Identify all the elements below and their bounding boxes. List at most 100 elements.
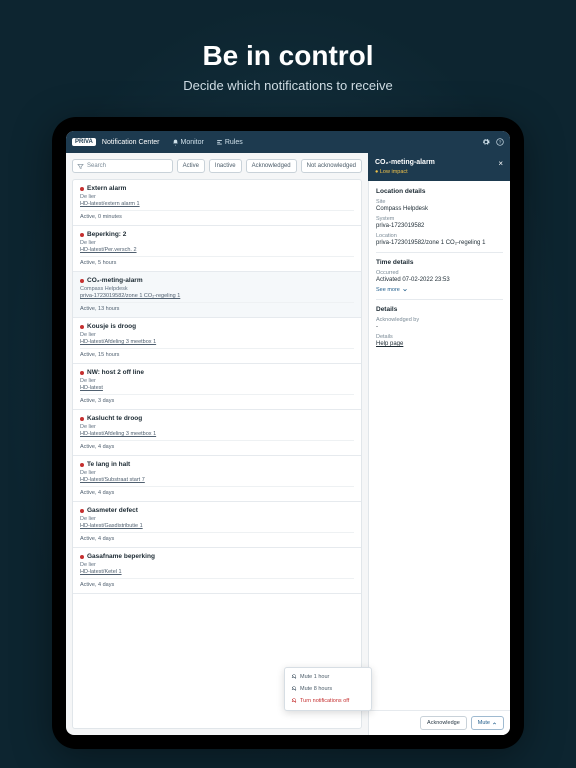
location-label: Location (376, 233, 503, 239)
item-subtitle: De lier (80, 332, 354, 338)
status-dot (80, 371, 84, 375)
panel-title: CO₂-meting-alarm (375, 159, 435, 167)
item-title: CO₂-meting-alarm (80, 277, 354, 284)
filter-icon (77, 163, 84, 170)
search-input[interactable]: Search (72, 159, 173, 173)
main-column: Search Active Inactive Acknowledged Not … (66, 153, 368, 735)
item-link[interactable]: HD-latest (80, 385, 354, 391)
item-status: Active, 3 days (80, 394, 354, 404)
item-subtitle: Compass Helpdesk (80, 286, 354, 292)
item-status: Active, 4 days (80, 486, 354, 496)
time-details-title: Time details (376, 259, 503, 266)
app-screen: PRIVA Notification Center Monitor Rules … (66, 131, 510, 735)
turn-off-notifications[interactable]: Turn notifications off (285, 695, 371, 707)
item-subtitle: De lier (80, 562, 354, 568)
status-dot (80, 509, 84, 513)
item-status: Active, 5 hours (80, 256, 354, 266)
nav-monitor[interactable]: Monitor (172, 139, 204, 146)
notification-item[interactable]: Extern alarm De lierHD-latest/extern alar… (73, 180, 361, 226)
mute-icon (291, 686, 297, 692)
item-status: Active, 15 hours (80, 348, 354, 358)
item-link[interactable]: HD-latest/extern alarm 1 (80, 201, 354, 207)
item-subtitle: De lier (80, 516, 354, 522)
item-status: Active, 4 days (80, 440, 354, 450)
mute-icon (291, 674, 297, 680)
gear-icon[interactable] (482, 138, 490, 146)
item-title: NW: host 2 off line (80, 369, 354, 376)
filter-ack[interactable]: Acknowledged (246, 159, 297, 173)
details-label: Details (376, 334, 503, 340)
app-title: Notification Center (102, 139, 160, 146)
item-status: Active, 4 days (80, 532, 354, 542)
location-value: priva-1723019582/zone 1 CO₂-regeling 1 (376, 240, 503, 246)
help-icon[interactable]: ? (496, 138, 504, 146)
see-more-link[interactable]: See more (376, 287, 408, 293)
item-link[interactable]: HD-latest/Afdeling 3 meetbox 1 (80, 339, 354, 345)
system-value: priva-1723019582 (376, 223, 503, 229)
chevron-down-icon (402, 287, 408, 293)
page-headline: Be in control (202, 40, 373, 72)
help-page-link[interactable]: Help page (376, 341, 503, 347)
status-dot (80, 187, 84, 191)
item-subtitle: De lier (80, 424, 354, 430)
notification-item[interactable]: Te lang in haltDe lierHD-latest/Substraa… (73, 456, 361, 502)
status-dot (80, 325, 84, 329)
item-status: Active, 4 days (80, 578, 354, 588)
item-status: Active, 0 minutes (80, 210, 354, 220)
item-subtitle: De lier (80, 378, 354, 384)
notification-item[interactable]: Gasmeter defectDe lierHD-latest/Gasdistr… (73, 502, 361, 548)
notification-item[interactable]: CO₂-meting-alarm Compass Helpdeskpriva-17… (73, 272, 361, 318)
bell-icon (172, 139, 179, 146)
status-dot (80, 279, 84, 283)
nav-rules[interactable]: Rules (216, 139, 243, 146)
item-link[interactable]: priva-1723019582/zone 1 CO₂-regeling 1 (80, 293, 354, 299)
page-subheadline: Decide which notifications to receive (183, 78, 393, 93)
bell-off-icon (291, 698, 297, 704)
item-title: Te lang in halt (80, 461, 354, 468)
item-title: Extern alarm (80, 185, 354, 192)
item-link[interactable]: HD-latest/Afdeling 3 meetbox 1 (80, 431, 354, 437)
mute-1h[interactable]: Mute 1 hour (285, 671, 371, 683)
item-title: Gasafname beperking (80, 553, 354, 560)
panel-impact: ● Low impact (375, 169, 435, 175)
ack-by-label: Acknowledged by (376, 317, 503, 323)
status-dot (80, 233, 84, 237)
svg-text:?: ? (499, 140, 502, 145)
chevron-down-icon (492, 721, 497, 726)
ack-by-value: - (376, 324, 503, 330)
filter-inactive[interactable]: Inactive (209, 159, 242, 173)
body: Search Active Inactive Acknowledged Not … (66, 153, 510, 735)
brand-logo: PRIVA (72, 138, 96, 146)
item-title: Beperking: 2 (80, 231, 354, 238)
tablet-frame: PRIVA Notification Center Monitor Rules … (52, 117, 524, 749)
item-link[interactable]: HD-latest/Substraat start 7 (80, 477, 354, 483)
acknowledge-button[interactable]: Acknowledge (420, 716, 467, 730)
item-title: Kousje is droog (80, 323, 354, 330)
site-label: Site (376, 199, 503, 205)
item-link[interactable]: HD-latest/Gasdistributie 1 (80, 523, 354, 529)
mute-8h[interactable]: Mute 8 hours (285, 683, 371, 695)
notification-item[interactable]: Kousje is droog De lierHD-latest/Afdeling… (73, 318, 361, 364)
filter-nack[interactable]: Not acknowledged (301, 159, 362, 173)
search-placeholder: Search (87, 163, 106, 169)
item-status: Active, 13 hours (80, 302, 354, 312)
close-icon[interactable]: × (498, 159, 503, 168)
item-link[interactable]: HD-latest/Ketel 1 (80, 569, 354, 575)
status-dot (80, 463, 84, 467)
notification-item[interactable]: Kaslucht te droog De lierHD-latest/Afdeli… (73, 410, 361, 456)
notification-item[interactable]: Beperking: 2De lierHD-latest/Per.versch.… (73, 226, 361, 272)
detail-panel: CO₂-meting-alarm ● Low impact × Location… (368, 153, 510, 735)
occurred-label: Occurred (376, 270, 503, 276)
mute-button[interactable]: Mute (471, 716, 504, 730)
notification-item[interactable]: NW: host 2 off line De lierHD-latest Activ… (73, 364, 361, 410)
rules-icon (216, 139, 223, 146)
item-subtitle: De lier (80, 194, 354, 200)
item-link[interactable]: HD-latest/Per.versch. 2 (80, 247, 354, 253)
topbar: PRIVA Notification Center Monitor Rules … (66, 131, 510, 153)
location-details-title: Location details (376, 188, 503, 195)
site-value: Compass Helpdesk (376, 206, 503, 212)
notification-item[interactable]: Gasafname beperking De lierHD-latest/Kete… (73, 548, 361, 594)
filter-active[interactable]: Active (177, 159, 205, 173)
notification-list[interactable]: Extern alarmDe lierHD-latest/extern alar… (72, 179, 362, 729)
item-title: Kaslucht te droog (80, 415, 354, 422)
